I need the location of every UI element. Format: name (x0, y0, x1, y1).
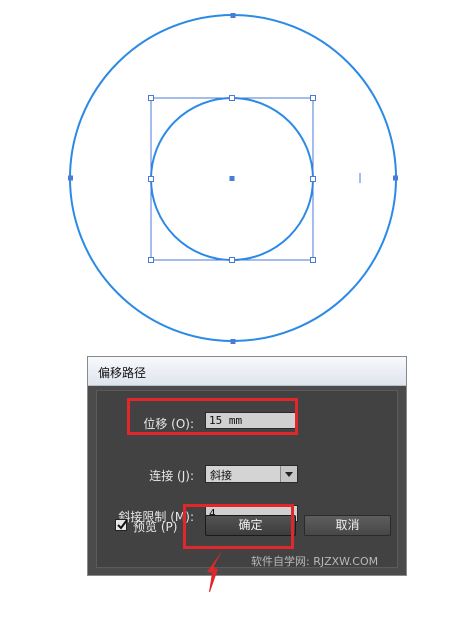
chevron-down-icon[interactable] (280, 466, 297, 482)
artboard[interactable] (0, 0, 462, 350)
center-point (229, 176, 235, 181)
watermark: 软件自学网: RJZXW.COM (251, 555, 379, 568)
arrow-icon (207, 551, 222, 592)
offset-label: 位移 (O): (143, 417, 194, 431)
offset-path-dialog: 偏移路径 位移 (O): 15 mm 连接 (J): 斜接 斜接限制 (M): … (87, 356, 407, 576)
dialog-title: 偏移路径 (98, 366, 147, 380)
join-select[interactable]: 斜接 (205, 465, 298, 483)
offset-input[interactable]: 15 mm (205, 412, 298, 429)
join-label: 连接 (J): (149, 469, 194, 483)
ok-button[interactable]: 确定 (205, 515, 296, 536)
cancel-button[interactable]: 取消 (304, 515, 391, 536)
checkmark-icon (117, 519, 128, 530)
join-select-value: 斜接 (210, 469, 232, 482)
preview-label[interactable]: 预览 (P) (133, 518, 177, 535)
dialog-panel: 位移 (O): 15 mm 连接 (J): 斜接 斜接限制 (M): 4 预览 … (96, 390, 398, 568)
preview-checkbox[interactable] (115, 519, 128, 531)
dialog-titlebar[interactable]: 偏移路径 (88, 357, 406, 386)
